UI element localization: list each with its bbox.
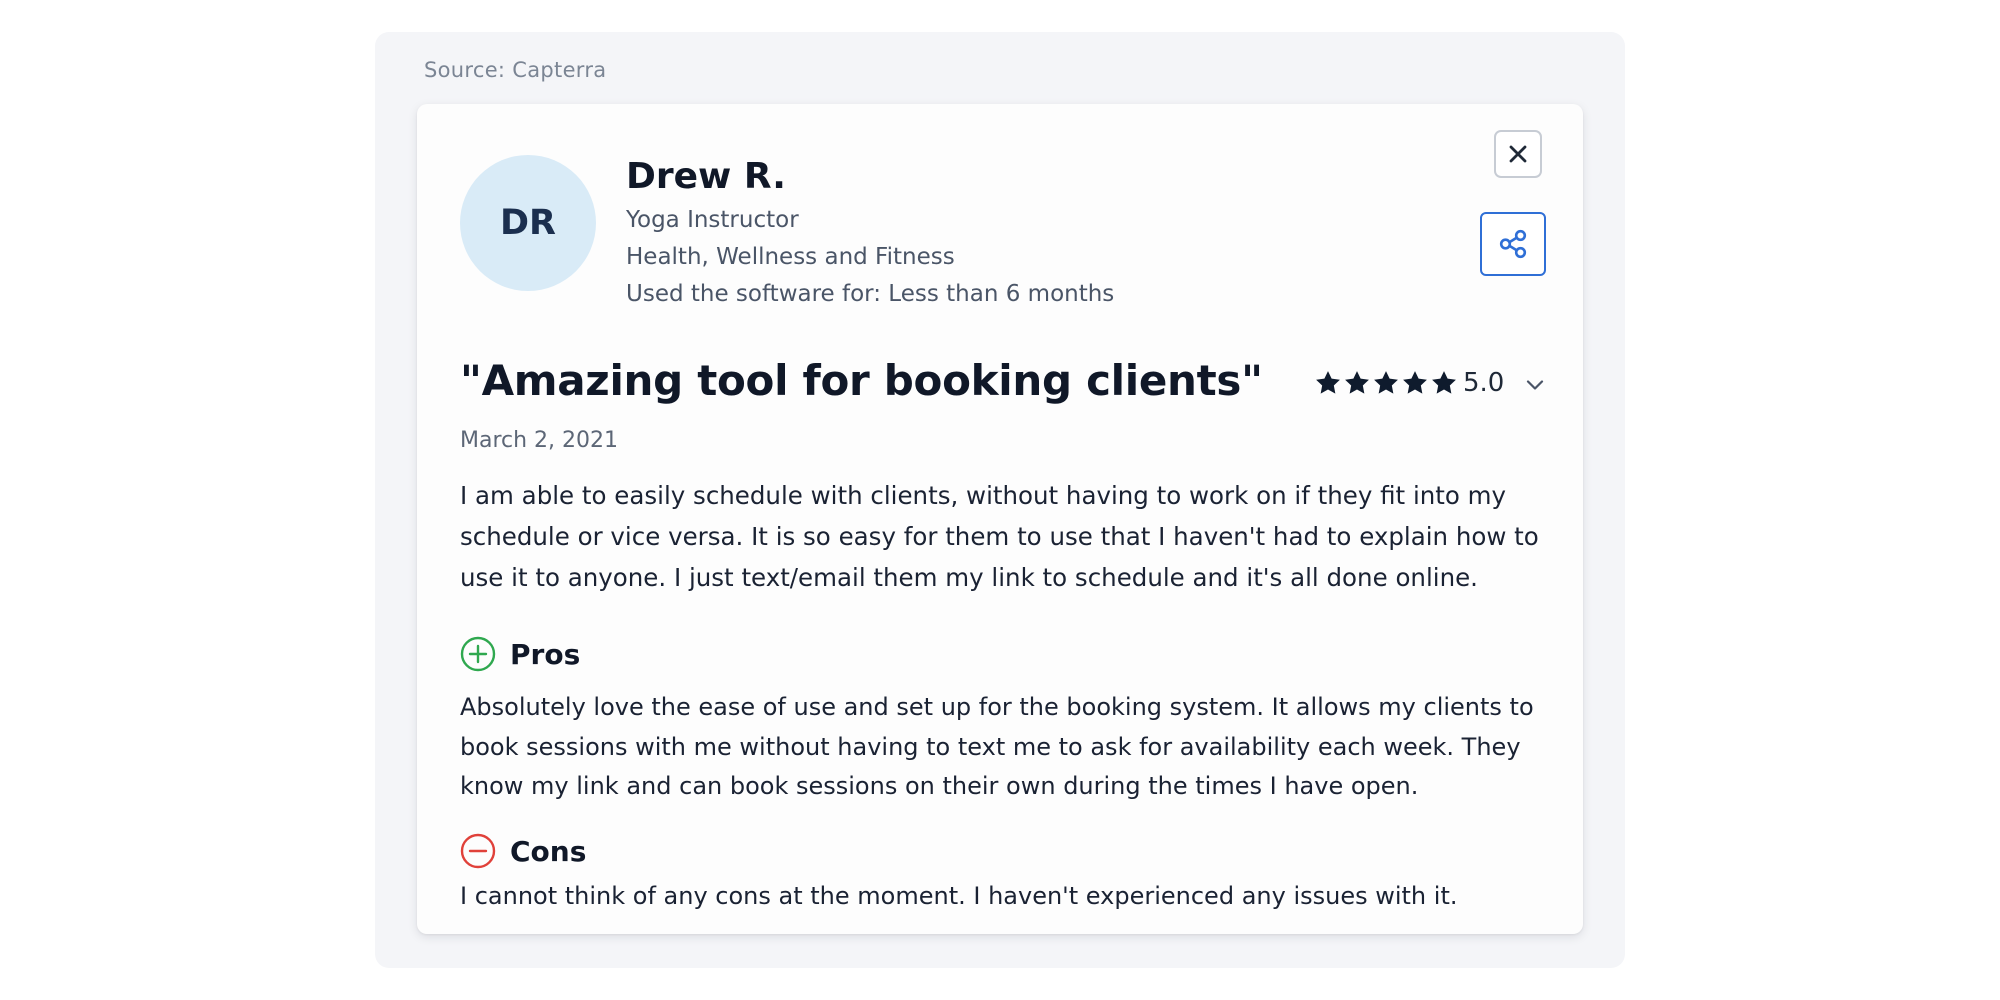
- review-title: "Amazing tool for booking clients": [460, 356, 1263, 405]
- avatar-initials: DR: [499, 203, 556, 243]
- share-icon: [1499, 229, 1527, 259]
- review-date: March 2, 2021: [460, 428, 619, 453]
- close-button[interactable]: [1494, 130, 1542, 178]
- cons-text: I cannot think of any cons at the moment…: [460, 882, 1458, 910]
- pros-text: Absolutely love the ease of use and set …: [460, 693, 1534, 800]
- review-card: DR Drew R. Yoga Instructor Health, Welln…: [417, 104, 1583, 934]
- review-panel: Source: Capterra DR Drew R. Yoga Instruc…: [375, 32, 1625, 968]
- share-button[interactable]: [1480, 212, 1546, 276]
- star-icon: [1374, 371, 1398, 394]
- review-body: I am able to easily schedule with client…: [460, 481, 1539, 592]
- star-icon: [1316, 371, 1340, 394]
- reviewer-usage: Used the software for: Less than 6 month…: [626, 281, 1115, 307]
- reviewer-name: Drew R.: [626, 156, 786, 197]
- star-rating: [1314, 369, 1458, 397]
- pros-heading: Pros: [460, 636, 580, 672]
- rating-value: 5.0: [1463, 368, 1505, 398]
- cons-title: Cons: [510, 834, 587, 868]
- minus-circle-icon: [460, 833, 496, 869]
- star-icon: [1403, 371, 1427, 394]
- chevron-down-icon[interactable]: [1524, 374, 1546, 396]
- source-label: Source: Capterra: [424, 58, 607, 82]
- star-icon: [1432, 371, 1456, 394]
- avatar: DR: [460, 155, 596, 291]
- reviewer-role: Yoga Instructor: [626, 207, 799, 233]
- plus-circle-icon: [460, 636, 496, 672]
- pros-title: Pros: [510, 637, 581, 671]
- star-icon: [1345, 371, 1369, 394]
- cons-heading: Cons: [460, 833, 586, 869]
- reviewer-industry: Health, Wellness and Fitness: [626, 244, 955, 270]
- close-icon: [1509, 145, 1527, 163]
